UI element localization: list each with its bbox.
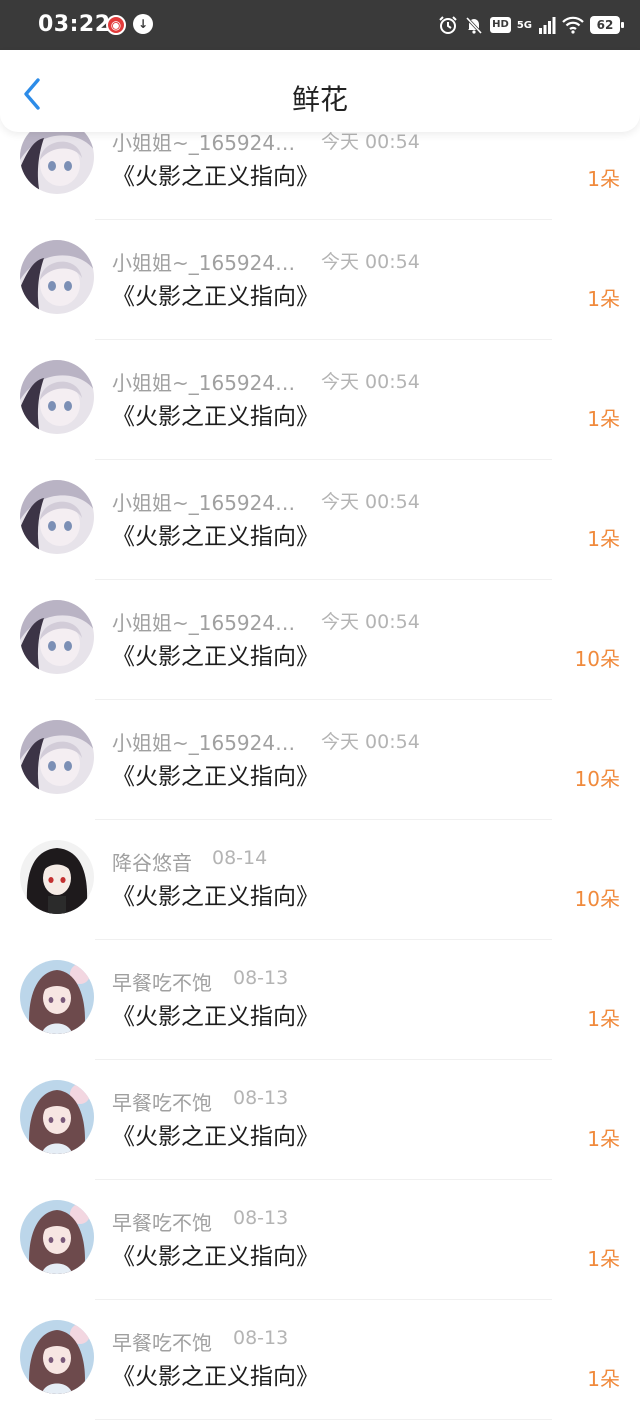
user-name: 小姐姐~_165924… — [112, 731, 296, 755]
timestamp: 08-13 — [233, 1087, 289, 1109]
list-item[interactable]: 小姐姐~_165924… 今天 00:54 《火影之正义指向》 10朵 — [0, 580, 640, 700]
timestamp: 08-14 — [212, 847, 268, 869]
timestamp: 今天 00:54 — [321, 611, 420, 633]
list-item[interactable]: 早餐吃不饱 08-13 《火影之正义指向》 1朵 — [0, 940, 640, 1060]
work-title[interactable]: 《火影之正义指向》 — [112, 1357, 319, 1391]
flower-count: 1朵 — [587, 407, 620, 431]
avatar[interactable] — [20, 480, 94, 554]
user-name: 小姐姐~_165924… — [112, 371, 296, 395]
list-item[interactable]: 小姐姐~_165924… 今天 00:54 《火影之正义指向》 1朵 — [0, 220, 640, 340]
flower-count: 1朵 — [587, 527, 620, 551]
user-name: 早餐吃不饱 — [112, 1211, 212, 1235]
work-title[interactable]: 《火影之正义指向》 — [112, 157, 319, 191]
page-header: 鲜花 — [0, 50, 640, 132]
work-title[interactable]: 《火影之正义指向》 — [112, 877, 319, 911]
work-title[interactable]: 《火影之正义指向》 — [112, 1237, 319, 1271]
avatar[interactable] — [20, 840, 94, 914]
user-name: 早餐吃不饱 — [112, 1091, 212, 1115]
work-title[interactable]: 《火影之正义指向》 — [112, 757, 319, 791]
flower-count: 10朵 — [574, 647, 620, 671]
status-icons: HD 5G 62 — [438, 13, 624, 37]
flower-list: 小姐姐~_165924… 今天 00:54 《火影之正义指向》 1朵 小姐姐~_1659… — [0, 100, 640, 1420]
signal-icon — [539, 17, 556, 34]
timestamp: 今天 00:54 — [321, 491, 420, 513]
work-title[interactable]: 《火影之正义指向》 — [112, 997, 319, 1031]
timestamp: 今天 00:54 — [321, 371, 420, 393]
avatar[interactable] — [20, 240, 94, 314]
flower-count: 1朵 — [587, 167, 620, 191]
flower-count: 1朵 — [587, 1007, 620, 1031]
flower-count: 1朵 — [587, 1247, 620, 1271]
work-title[interactable]: 《火影之正义指向》 — [112, 1117, 319, 1151]
flower-count: 10朵 — [574, 767, 620, 791]
work-title[interactable]: 《火影之正义指向》 — [112, 637, 319, 671]
flower-count: 1朵 — [587, 1127, 620, 1151]
wifi-icon — [562, 16, 584, 34]
avatar[interactable] — [20, 600, 94, 674]
timestamp: 08-13 — [233, 1327, 289, 1349]
alarm-icon — [439, 16, 457, 34]
avatar[interactable] — [20, 360, 94, 434]
timestamp: 今天 00:54 — [321, 731, 420, 753]
user-name: 早餐吃不饱 — [112, 971, 212, 995]
divider — [95, 1419, 552, 1420]
list-item[interactable]: 小姐姐~_165924… 今天 00:54 《火影之正义指向》 10朵 — [0, 700, 640, 820]
user-name: 小姐姐~_165924… — [112, 491, 296, 515]
timestamp: 今天 00:54 — [321, 251, 420, 273]
list-item[interactable]: 早餐吃不饱 08-13 《火影之正义指向》 1朵 — [0, 1300, 640, 1420]
status-bar: 03:22 ◉ ↓ HD 5G 62 — [0, 0, 640, 50]
avatar[interactable] — [20, 720, 94, 794]
user-name: 早餐吃不饱 — [112, 1331, 212, 1355]
user-name: 小姐姐~_165924… — [112, 611, 296, 635]
flower-count: 1朵 — [587, 1367, 620, 1391]
status-time: 03:22 — [38, 12, 111, 37]
list-item[interactable]: 早餐吃不饱 08-13 《火影之正义指向》 1朵 — [0, 1180, 640, 1300]
battery-icon: 62 — [590, 16, 624, 34]
list-item[interactable]: 早餐吃不饱 08-13 《火影之正义指向》 1朵 — [0, 1060, 640, 1180]
list-item[interactable]: 小姐姐~_165924… 今天 00:54 《火影之正义指向》 1朵 — [0, 460, 640, 580]
avatar[interactable] — [20, 1200, 94, 1274]
timestamp: 08-13 — [233, 967, 289, 989]
user-name: 小姐姐~_165924… — [112, 251, 296, 275]
mute-icon — [466, 16, 483, 35]
list-item[interactable]: 小姐姐~_165924… 今天 00:54 《火影之正义指向》 1朵 — [0, 340, 640, 460]
work-title[interactable]: 《火影之正义指向》 — [112, 517, 319, 551]
user-name: 降谷悠音 — [112, 851, 192, 875]
flower-count: 10朵 — [574, 887, 620, 911]
hd-icon: HD — [490, 17, 511, 33]
work-title[interactable]: 《火影之正义指向》 — [112, 397, 319, 431]
network-type: 5G — [516, 19, 532, 31]
timestamp: 08-13 — [233, 1207, 289, 1229]
list-item[interactable]: 降谷悠音 08-14 《火影之正义指向》 10朵 — [0, 820, 640, 940]
flower-count: 1朵 — [587, 287, 620, 311]
avatar[interactable] — [20, 1320, 94, 1394]
work-title[interactable]: 《火影之正义指向》 — [112, 277, 319, 311]
avatar[interactable] — [20, 960, 94, 1034]
netease-music-icon: ◉ — [106, 15, 126, 35]
page-title: 鲜花 — [291, 83, 348, 116]
avatar[interactable] — [20, 1080, 94, 1154]
app-icon: ↓ — [133, 14, 153, 34]
